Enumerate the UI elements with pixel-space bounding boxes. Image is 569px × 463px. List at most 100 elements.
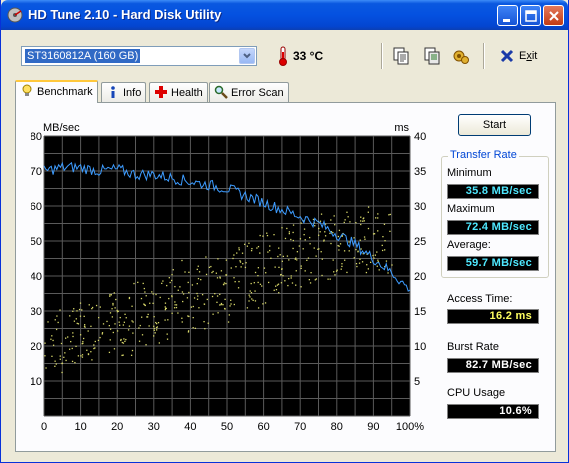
access-time-point [59,358,61,360]
access-time-point [151,291,153,293]
access-time-point [196,298,199,300]
access-time-point [224,298,226,301]
options-icon[interactable] [451,46,471,66]
access-time-point [78,308,81,311]
access-time-point [55,363,57,365]
access-time-point [153,329,155,331]
tab-label: Benchmark [37,86,93,98]
cpu-usage-label: CPU Usage [447,387,506,399]
access-time-point [245,262,247,264]
access-time-label: Access Time: [447,293,513,305]
access-time-point [168,297,170,300]
y-tick-label-left: 30 [31,306,42,318]
drive-select[interactable]: ST3160812A (160 GB) [21,46,257,66]
access-time-point [72,335,74,338]
access-time-point [274,266,276,268]
access-time-point [193,297,196,299]
access-time-point [65,359,67,362]
access-time-point [192,327,194,329]
access-time-point [377,230,379,232]
chevron-down-icon[interactable] [239,48,255,64]
access-time-point [355,262,358,265]
access-time-point [192,316,194,319]
x-tick-label: 10 [74,421,86,433]
access-time-point [384,249,386,251]
access-time-point [358,262,361,264]
copy-all-icon[interactable] [422,46,442,66]
access-time-point [174,301,176,303]
tab-error-scan[interactable]: Error Scan [209,82,289,102]
access-time-point [309,282,312,284]
access-time-point [216,301,218,303]
burst-rate-value: 82.7 MB/sec [447,358,539,373]
access-time-point [303,228,306,230]
title-bar[interactable]: HD Tune 2.10 - Hard Disk Utility [1,0,568,30]
access-time-point [346,271,348,274]
access-time-point [251,298,253,300]
access-time-point [174,304,176,306]
access-time-point [266,232,268,234]
access-time-point [106,320,108,323]
x-tick-label: 90 [367,421,379,433]
access-time-point [166,333,168,335]
access-time-point [147,313,149,316]
access-time-point [130,354,133,356]
access-time-point [374,254,377,256]
access-time-point [337,244,339,247]
access-time-point [157,321,160,324]
benchmark-chart: MB/sec ms 0 10 20 30 40 50 60 70 80 90 100% 10 20 30 40 5… [31,118,432,434]
access-time-point [119,324,121,326]
access-time-point [197,265,199,267]
app-window: HD Tune 2.10 - Hard Disk Utility ST31608… [0,0,569,463]
access-time-point [75,318,77,320]
access-time-point [239,260,241,262]
tab-health[interactable]: Health [149,82,208,102]
minimize-button[interactable] [497,5,518,26]
tab-info[interactable]: Info [101,82,147,102]
access-time-point [182,293,185,295]
access-time-point [262,303,264,305]
access-time-point [278,247,280,249]
access-time-point [123,321,126,323]
access-time-point [359,239,361,241]
exit-button[interactable]: Exit [519,50,537,62]
access-time-point [71,347,73,350]
access-time-point [240,266,242,268]
access-time-point [44,342,46,344]
x-tick-label: 70 [294,421,306,433]
access-time-point [109,295,111,297]
access-time-point [220,303,222,306]
access-time-point [83,325,86,328]
access-time-point [182,300,184,303]
tab-benchmark[interactable]: Benchmark [15,80,98,103]
access-time-point [88,304,90,306]
copy-icon[interactable] [391,46,411,66]
access-time-point [128,325,131,327]
access-time-point [281,227,283,229]
access-time-point [194,327,196,329]
access-time-point [227,321,230,323]
tab-label: Error Scan [231,87,284,99]
access-time-point [384,240,386,242]
access-time-point [188,315,190,318]
access-time-point [133,282,135,285]
maximize-button[interactable] [520,5,541,26]
average-label: Average: [447,239,491,251]
access-time-point [230,267,232,269]
average-value: 59.7 MB/sec [447,256,539,271]
access-time-point [80,355,82,357]
start-button[interactable]: Start [458,114,531,136]
access-time-point [315,278,318,280]
access-time-point [353,237,355,239]
access-time-point [295,284,297,286]
exit-icon[interactable] [499,48,515,64]
access-time-point [362,220,364,222]
access-time-point [181,259,183,262]
access-time-point [320,251,322,253]
x-tick-label: 30 [148,421,160,433]
access-time-point [232,257,234,260]
access-time-point [294,258,296,260]
close-button[interactable] [543,5,564,26]
access-time-point [70,340,72,343]
y-tick-label-right: 30 [414,201,426,213]
